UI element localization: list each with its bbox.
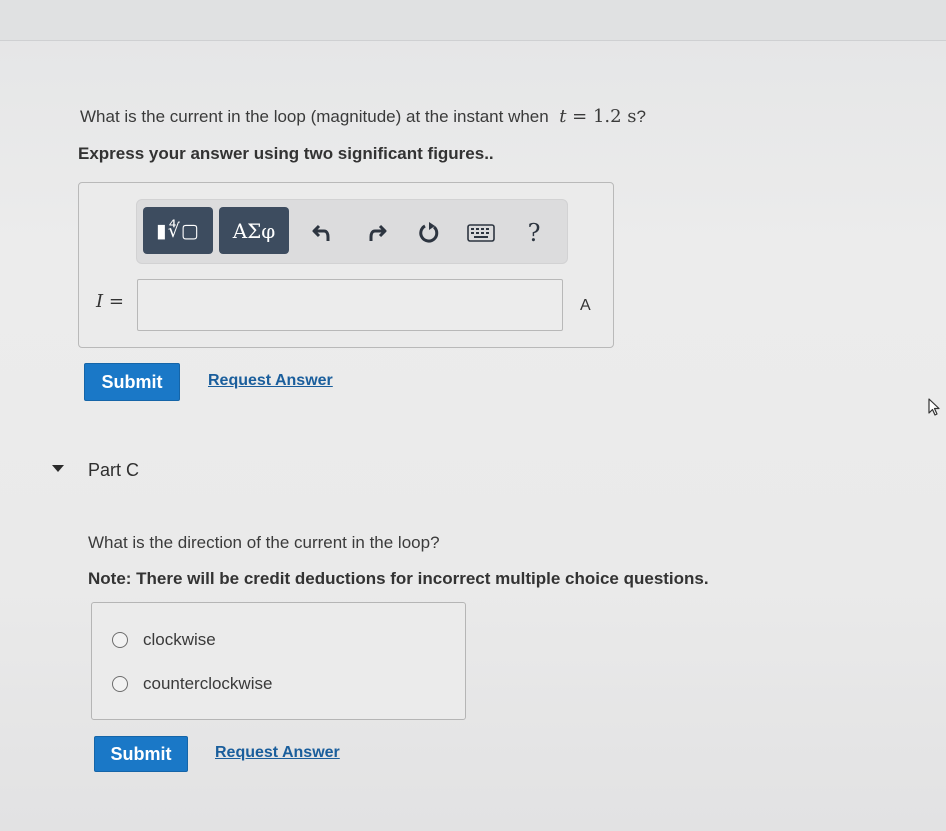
variable-symbol: I = xyxy=(96,291,124,312)
choice-counterclockwise[interactable]: counterclockwise xyxy=(112,674,272,694)
choice-label: clockwise xyxy=(143,630,216,649)
keyboard-icon[interactable] xyxy=(466,219,496,247)
unit-label: A xyxy=(580,297,591,314)
part-c-header[interactable]: Part C xyxy=(88,460,139,481)
math-equation: = 1.2 s xyxy=(566,106,637,127)
answer-instruction: Express your answer using two significan… xyxy=(78,144,494,163)
submit-button-part-c[interactable]: Submit xyxy=(94,736,188,772)
request-answer-link-part-c[interactable]: Request Answer xyxy=(215,744,340,762)
greek-symbols-label: ΑΣφ xyxy=(232,218,276,243)
question-prefix: What is the current in the loop (magnitu… xyxy=(80,107,549,126)
templates-icon: ▮∜▢ xyxy=(156,219,200,242)
answer-input[interactable] xyxy=(137,279,563,331)
choice-clockwise[interactable]: clockwise xyxy=(112,630,216,650)
radio-button[interactable] xyxy=(112,632,128,648)
choice-label: counterclockwise xyxy=(143,674,273,693)
request-answer-link-part-b[interactable]: Request Answer xyxy=(208,372,333,390)
variable-label: I = xyxy=(96,291,124,312)
templates-button[interactable]: ▮∜▢ xyxy=(143,207,213,254)
redo-icon[interactable] xyxy=(363,219,391,247)
reset-icon[interactable] xyxy=(415,219,443,247)
collapse-triangle-icon[interactable] xyxy=(52,465,64,472)
question-text: What is the current in the loop (magnitu… xyxy=(80,106,646,127)
symbols-button[interactable]: ΑΣφ xyxy=(219,207,289,254)
part-c-question: What is the direction of the current in … xyxy=(88,533,440,552)
mouse-cursor-icon xyxy=(928,398,942,423)
top-bar xyxy=(0,0,946,41)
question-math: t = 1.2 s xyxy=(553,106,636,127)
choices-panel xyxy=(91,602,466,720)
part-c-note: Note: There will be credit deductions fo… xyxy=(88,569,709,588)
help-icon[interactable]: ? xyxy=(520,219,548,247)
undo-icon[interactable] xyxy=(308,219,336,247)
radio-button[interactable] xyxy=(112,676,128,692)
submit-button-part-b[interactable]: Submit xyxy=(84,363,180,401)
question-end: ? xyxy=(636,107,647,126)
